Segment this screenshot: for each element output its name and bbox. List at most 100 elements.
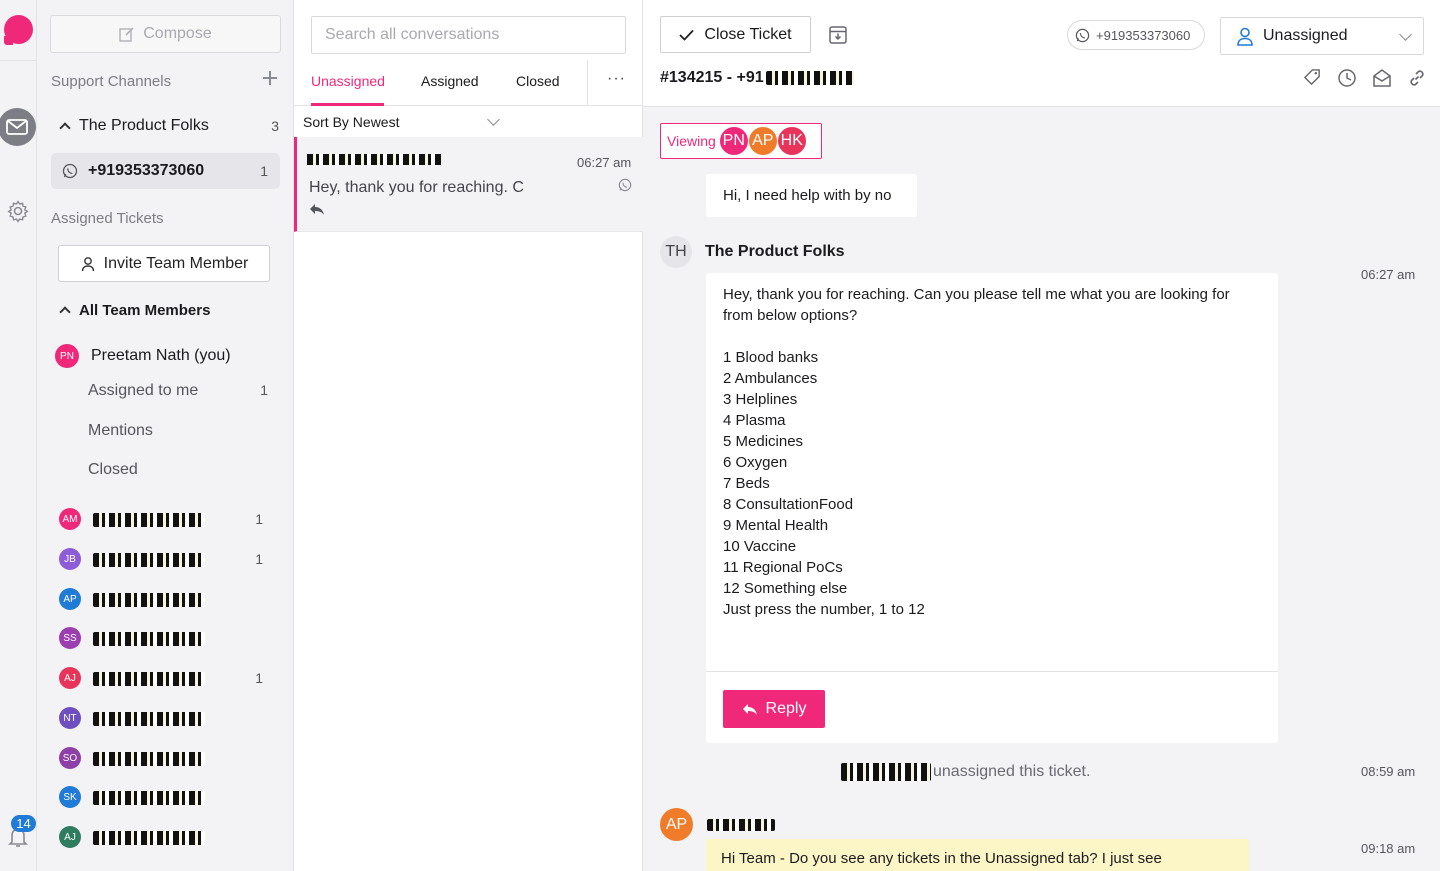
redacted-member-name xyxy=(93,553,205,567)
assigned-to-me-item[interactable]: Assigned to me 1 xyxy=(88,382,278,400)
redacted-user-name xyxy=(841,763,931,781)
chevron-up-icon xyxy=(59,122,71,134)
close-ticket-label: Close Ticket xyxy=(704,25,792,43)
redacted-member-name xyxy=(93,791,205,805)
option-item: 12 Something else xyxy=(723,580,848,597)
avatar: AJ xyxy=(59,667,81,689)
outgoing-message-card: Hey, thank you for reaching. Can you ple… xyxy=(706,273,1278,743)
redacted-author-name xyxy=(707,818,775,831)
viewing-indicator: Viewing PN AP HK xyxy=(660,123,822,159)
check-icon xyxy=(679,29,695,41)
avatar: TH xyxy=(660,236,692,268)
channel-phone-item[interactable]: +919353373060 1 xyxy=(51,153,280,189)
redacted-member-name xyxy=(93,831,205,845)
chevron-down-icon[interactable] xyxy=(487,113,500,126)
invite-team-member-button[interactable]: Invite Team Member xyxy=(58,245,270,282)
ticket-toolbar xyxy=(1303,68,1427,88)
member-count: 1 xyxy=(255,551,263,567)
user-icon xyxy=(1237,27,1253,46)
snooze-clock-icon[interactable] xyxy=(1337,68,1357,88)
ticket-header: Close Ticket +919353373060 Unassigned #1… xyxy=(643,0,1440,107)
avatar: AP xyxy=(660,808,693,841)
redacted-member-name xyxy=(93,712,205,726)
options-list: 1 Blood banks 2 Ambulances 3 Helplines 4… xyxy=(723,347,1253,599)
assigned-to-me-count: 1 xyxy=(260,382,268,398)
team-member-item[interactable]: NT xyxy=(59,707,279,729)
whatsapp-icon xyxy=(62,163,78,179)
team-member-item[interactable]: JB 1 xyxy=(59,548,279,570)
option-item: 11 Regional PoCs xyxy=(723,559,843,576)
tag-icon[interactable] xyxy=(1303,68,1322,87)
option-item: 10 Vaccine xyxy=(723,538,797,555)
avatar: AM xyxy=(59,508,81,530)
team-member-item[interactable]: AJ 1 xyxy=(59,667,279,689)
current-user-item[interactable]: PN Preetam Nath (you) xyxy=(55,343,231,369)
sidebar: Compose Support Channels The Product Fol… xyxy=(37,0,294,871)
closed-item[interactable]: Closed xyxy=(88,461,278,479)
conversation-preview: Hey, thank you for reaching. C xyxy=(309,179,524,196)
system-event: unassigned this ticket. xyxy=(841,763,1090,781)
reply-arrow-icon xyxy=(742,703,757,715)
message-sender: TH The Product Folks xyxy=(660,236,845,268)
tab-closed[interactable]: Closed xyxy=(516,73,560,89)
team-member-item[interactable]: SO xyxy=(59,747,279,769)
current-user-name: Preetam Nath (you) xyxy=(91,347,231,364)
redacted-phone-suffix xyxy=(765,71,854,85)
viewing-label: Viewing xyxy=(667,133,716,149)
reply-arrow-icon xyxy=(310,204,324,215)
mail-open-icon[interactable] xyxy=(1372,68,1392,88)
tab-unassigned[interactable]: Unassigned xyxy=(311,73,385,89)
conversation-item[interactable]: 06:27 am Hey, thank you for reaching. C xyxy=(294,137,643,232)
compose-button[interactable]: Compose xyxy=(50,15,281,53)
inbox-icon[interactable] xyxy=(0,108,36,146)
link-icon[interactable] xyxy=(1407,68,1427,88)
channel-phone-count: 1 xyxy=(260,163,268,179)
close-ticket-button[interactable]: Close Ticket xyxy=(660,16,811,53)
more-options-icon[interactable]: ··· xyxy=(607,70,626,88)
assignee-dropdown[interactable]: Unassigned xyxy=(1220,17,1424,55)
event-text: unassigned this ticket. xyxy=(933,763,1091,780)
team-member-item[interactable]: AP xyxy=(59,588,279,610)
closed-label: Closed xyxy=(88,461,138,478)
contact-phone-pill[interactable]: +919353373060 xyxy=(1067,20,1205,50)
team-member-item[interactable]: AJ xyxy=(59,826,279,848)
avatar: HK xyxy=(776,126,807,156)
chevron-down-icon xyxy=(1399,28,1412,41)
channel-group-toggle[interactable]: The Product Folks 3 xyxy=(51,113,281,139)
mentions-item[interactable]: Mentions xyxy=(88,422,278,440)
add-channel-icon[interactable] xyxy=(263,71,277,85)
avatar: SK xyxy=(59,786,81,808)
option-item: 1 Blood banks xyxy=(723,349,819,366)
redacted-member-name xyxy=(93,672,205,686)
all-team-members-label: All Team Members xyxy=(79,301,211,319)
settings-gear-icon[interactable] xyxy=(6,199,30,228)
archive-icon[interactable] xyxy=(828,25,848,50)
redacted-member-name xyxy=(93,593,205,607)
search-input[interactable] xyxy=(311,16,626,54)
member-count: 1 xyxy=(255,511,263,527)
ticket-title: #134215 - +91 xyxy=(660,69,854,87)
app-rail: 14 xyxy=(0,0,37,871)
redacted-contact-name xyxy=(307,154,442,165)
sort-dropdown[interactable]: Sort By Newest xyxy=(303,114,399,130)
rail-divider xyxy=(0,60,37,61)
team-member-item[interactable]: SS xyxy=(59,627,279,649)
contact-phone: +919353373060 xyxy=(1096,27,1191,43)
reply-button[interactable]: Reply xyxy=(723,690,825,728)
option-item: 8 ConsultationFood xyxy=(723,496,854,513)
conversation-list-panel: Unassigned Assigned Closed ··· Sort By N… xyxy=(294,0,643,871)
app-logo[interactable] xyxy=(4,15,33,45)
option-item: 6 Oxygen xyxy=(723,454,788,471)
invite-label: Invite Team Member xyxy=(103,254,249,272)
avatar: PN xyxy=(718,126,749,156)
assigned-tickets-heading: Assigned Tickets xyxy=(51,210,164,227)
conversation-tabs: Unassigned Assigned Closed ··· xyxy=(294,60,643,106)
avatar: NT xyxy=(59,707,81,729)
tab-assigned[interactable]: Assigned xyxy=(421,73,479,89)
member-count: 1 xyxy=(255,670,263,686)
team-member-item[interactable]: AM 1 xyxy=(59,508,279,530)
team-member-item[interactable]: SK xyxy=(59,786,279,808)
incoming-message: Hi, I need help with by no xyxy=(706,174,917,217)
all-team-members-toggle[interactable]: All Team Members xyxy=(51,298,281,322)
assigned-to-me-label: Assigned to me xyxy=(88,382,199,399)
